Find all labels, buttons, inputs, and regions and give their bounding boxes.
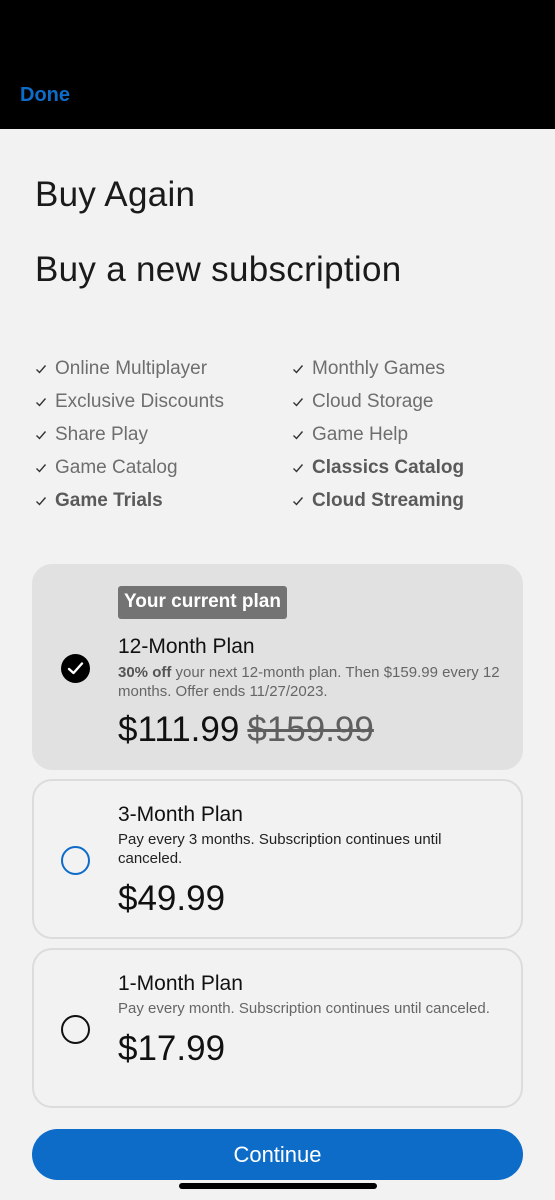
plan-content: Your current plan 12-Month Plan 30% off …	[118, 586, 503, 750]
plan-card-1-month[interactable]: 1-Month Plan Pay every month. Subscripti…	[32, 948, 523, 1108]
radio-unchecked-icon[interactable]	[61, 1015, 90, 1044]
feature-column-left: Online Multiplayer Exclusive Discounts S…	[35, 352, 224, 517]
continue-button[interactable]: Continue	[32, 1129, 523, 1180]
plan-price: $111.99	[118, 710, 240, 749]
page-title: Buy Again	[35, 175, 196, 214]
plan-description: Pay every 3 months. Subscription continu…	[118, 831, 442, 867]
plan-description: 30% off your next 12-month plan. Then $1…	[118, 663, 503, 701]
feature-item: Classics Catalog	[292, 451, 464, 484]
feature-item: Online Multiplayer	[35, 352, 224, 385]
plan-card-12-month[interactable]: Your current plan 12-Month Plan 30% off …	[32, 564, 523, 770]
feature-item: Monthly Games	[292, 352, 464, 385]
original-price: $159.99	[247, 710, 374, 749]
feature-label: Online Multiplayer	[55, 357, 208, 379]
feature-label: Cloud Streaming	[312, 489, 465, 511]
plan-price: $49.99	[118, 879, 226, 918]
page-subtitle: Buy a new subscription	[35, 250, 402, 289]
feature-label: Exclusive Discounts	[55, 390, 224, 412]
done-button[interactable]: Done	[20, 84, 70, 107]
feature-label: Classics Catalog	[312, 456, 465, 478]
feature-item: Game Help	[292, 418, 464, 451]
feature-label: Share Play	[55, 423, 148, 445]
feature-item: Exclusive Discounts	[35, 385, 224, 418]
checkmark-icon	[293, 430, 304, 440]
plan-content: 3-Month Plan Pay every 3 months. Subscri…	[118, 803, 503, 919]
checkmark-icon	[293, 397, 304, 407]
checkmark-icon	[36, 397, 47, 407]
checkmark-icon	[293, 364, 304, 374]
feature-item: Cloud Storage	[292, 385, 464, 418]
plan-name: 3-Month Plan	[118, 803, 243, 826]
feature-label: Game Help	[312, 423, 409, 445]
radio-checked-icon[interactable]	[61, 654, 90, 683]
plan-price-row: $111.99 $159.99	[118, 710, 503, 750]
feature-item: Share Play	[35, 418, 224, 451]
checkmark-icon	[36, 463, 47, 473]
discount-text: 30% off	[118, 664, 172, 681]
plan-content: 1-Month Plan Pay every month. Subscripti…	[118, 972, 503, 1069]
feature-item: Game Catalog	[35, 451, 224, 484]
plan-card-3-month[interactable]: 3-Month Plan Pay every 3 months. Subscri…	[32, 779, 523, 939]
top-bar: Done	[0, 0, 555, 129]
checkmark-icon	[67, 662, 84, 675]
feature-item: Cloud Streaming	[292, 484, 464, 517]
feature-label: Cloud Storage	[312, 390, 434, 412]
checkmark-icon	[36, 496, 47, 506]
current-plan-badge: Your current plan	[118, 586, 287, 619]
home-indicator	[179, 1183, 377, 1189]
feature-item: Game Trials	[35, 484, 224, 517]
feature-label: Monthly Games	[312, 357, 446, 379]
plan-description-text: your next 12-month plan. Then $159.99 ev…	[118, 664, 500, 700]
feature-label: Game Trials	[55, 489, 163, 511]
checkmark-icon	[293, 496, 304, 506]
plan-name: 12-Month Plan	[118, 635, 255, 658]
checkmark-icon	[36, 364, 47, 374]
checkmark-icon	[293, 463, 304, 473]
feature-column-right: Monthly Games Cloud Storage Game Help Cl…	[292, 352, 464, 517]
checkmark-icon	[36, 430, 47, 440]
radio-unchecked-icon[interactable]	[61, 846, 90, 875]
feature-label: Game Catalog	[55, 456, 178, 478]
plan-description: Pay every month. Subscription continues …	[118, 1000, 490, 1017]
plan-price: $17.99	[118, 1029, 226, 1068]
plan-name: 1-Month Plan	[118, 972, 243, 995]
